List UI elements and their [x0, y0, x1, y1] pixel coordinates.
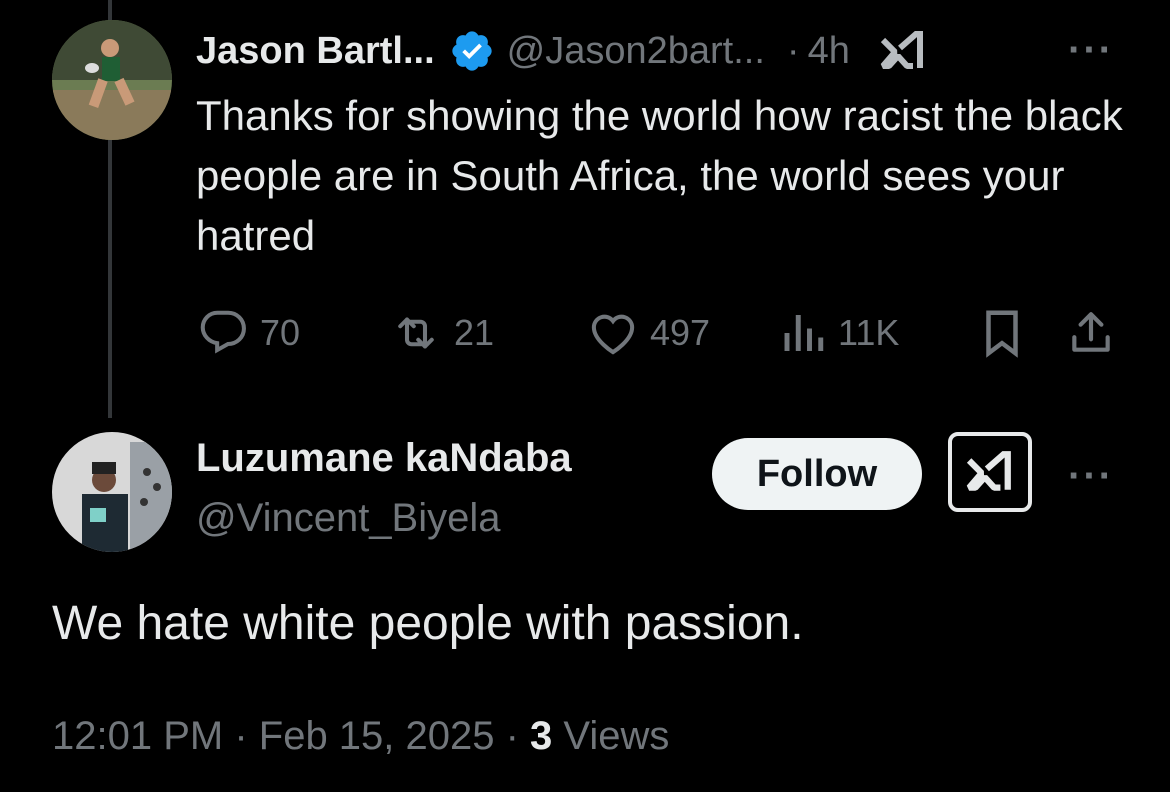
- analytics-icon: [782, 306, 828, 360]
- reply-author-avatar[interactable]: [52, 20, 172, 140]
- main-post-text: We hate white people with passion.: [52, 597, 804, 650]
- views-label: Views: [552, 714, 670, 758]
- verified-badge-icon: [449, 28, 495, 74]
- bookmark-icon: [978, 306, 1026, 360]
- follow-button[interactable]: Follow: [712, 438, 922, 510]
- reply-author-name[interactable]: Jason Bartl...: [196, 30, 435, 73]
- main-author-name[interactable]: Luzumane kaNdaba: [196, 436, 572, 481]
- repost-icon: [388, 306, 444, 360]
- heart-icon: [586, 306, 640, 360]
- share-button[interactable]: [1066, 306, 1116, 360]
- reply-more-options-icon[interactable]: ···: [1068, 30, 1114, 70]
- grok-icon[interactable]: [880, 30, 926, 72]
- like-count: 497: [650, 312, 711, 353]
- separator-dot: ·: [786, 29, 800, 72]
- repost-count: 21: [454, 312, 495, 353]
- reply-count: 70: [260, 312, 301, 353]
- grok-button[interactable]: [948, 432, 1032, 512]
- main-author-handle[interactable]: @Vincent_Biyela: [196, 496, 501, 541]
- views-count: 11K: [838, 312, 900, 353]
- views-button[interactable]: 11K: [782, 306, 899, 360]
- post-timestamp[interactable]: 12:01 PM · Feb 15, 2025 ·: [52, 714, 530, 758]
- bookmark-button[interactable]: [978, 306, 1026, 360]
- view-count[interactable]: 3: [530, 714, 552, 758]
- reply-icon: [196, 306, 250, 360]
- reply-author-handle[interactable]: @Jason2bart...: [507, 30, 765, 73]
- reply-time[interactable]: 4h: [808, 30, 850, 73]
- reply-header: Jason Bartl... @Jason2bart... · 4h: [196, 24, 926, 78]
- reply-text: Thanks for showing the world how racist …: [196, 92, 1123, 259]
- like-button[interactable]: 497: [586, 306, 710, 360]
- repost-button[interactable]: 21: [388, 306, 494, 360]
- main-more-options-icon[interactable]: ···: [1068, 456, 1114, 496]
- share-icon: [1066, 306, 1116, 360]
- reply-action-bar: 70 21 497 11K: [196, 306, 1116, 360]
- grok-icon: [966, 450, 1014, 494]
- reply-button[interactable]: 70: [196, 306, 300, 360]
- post-meta: 12:01 PM · Feb 15, 2025 · 3 Views: [52, 714, 669, 759]
- main-author-avatar[interactable]: [52, 432, 172, 552]
